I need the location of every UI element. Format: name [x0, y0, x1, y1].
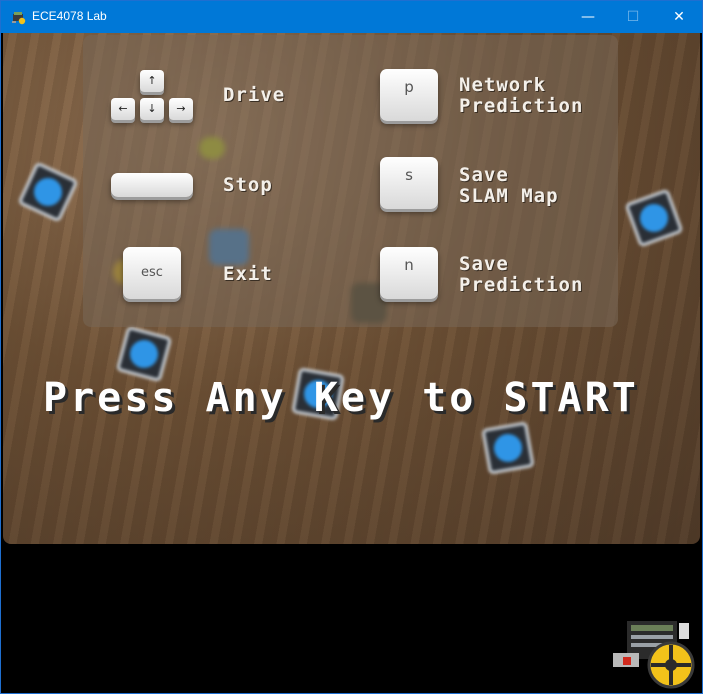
drive-label: Drive — [223, 84, 286, 106]
up-arrow-key-icon: ↑ — [140, 70, 164, 92]
maximize-button[interactable]: ☐ — [610, 1, 656, 33]
controls-panel: ↑ ← ↓ → Drive Stop esc Exit p Network Pr… — [83, 35, 618, 327]
save-prediction-label-line1: Save — [459, 253, 509, 275]
slam-map-label: SLAM Map — [459, 185, 559, 207]
p-key-icon: p — [380, 69, 438, 121]
right-arrow-key-icon: → — [169, 98, 193, 120]
esc-key-icon: esc — [123, 247, 181, 299]
spacebar-key-icon — [111, 173, 193, 197]
aruco-cube — [115, 325, 173, 383]
window-title: ECE4078 Lab — [32, 9, 107, 23]
left-arrow-key-icon: ← — [111, 98, 135, 120]
title-bar[interactable]: ECE4078 Lab — ☐ ✕ — [1, 1, 702, 33]
save-slam-label: Save — [459, 164, 509, 186]
aruco-cube — [17, 161, 79, 223]
exit-label: Exit — [223, 263, 273, 285]
n-key-icon: n — [380, 247, 438, 299]
s-key-icon: s — [380, 157, 438, 209]
robot-sprite-icon — [613, 621, 695, 689]
start-prompt: Press Any Key to START — [43, 375, 639, 421]
aruco-cube — [624, 188, 684, 248]
game-scene[interactable]: ↑ ← ↓ → Drive Stop esc Exit p Network Pr… — [3, 33, 700, 544]
prediction-label: Prediction — [459, 95, 584, 117]
app-window: ECE4078 Lab — ☐ ✕ ↑ ← ↓ → Drive Stop esc… — [0, 0, 703, 694]
robot-app-icon — [12, 12, 26, 25]
stop-label: Stop — [223, 174, 273, 196]
close-button[interactable]: ✕ — [656, 1, 702, 33]
network-label: Network — [459, 74, 547, 96]
save-prediction-label-line2: Prediction — [459, 274, 584, 296]
minimize-button[interactable]: — — [565, 1, 611, 33]
down-arrow-key-icon: ↓ — [140, 98, 164, 120]
aruco-cube — [481, 421, 535, 475]
